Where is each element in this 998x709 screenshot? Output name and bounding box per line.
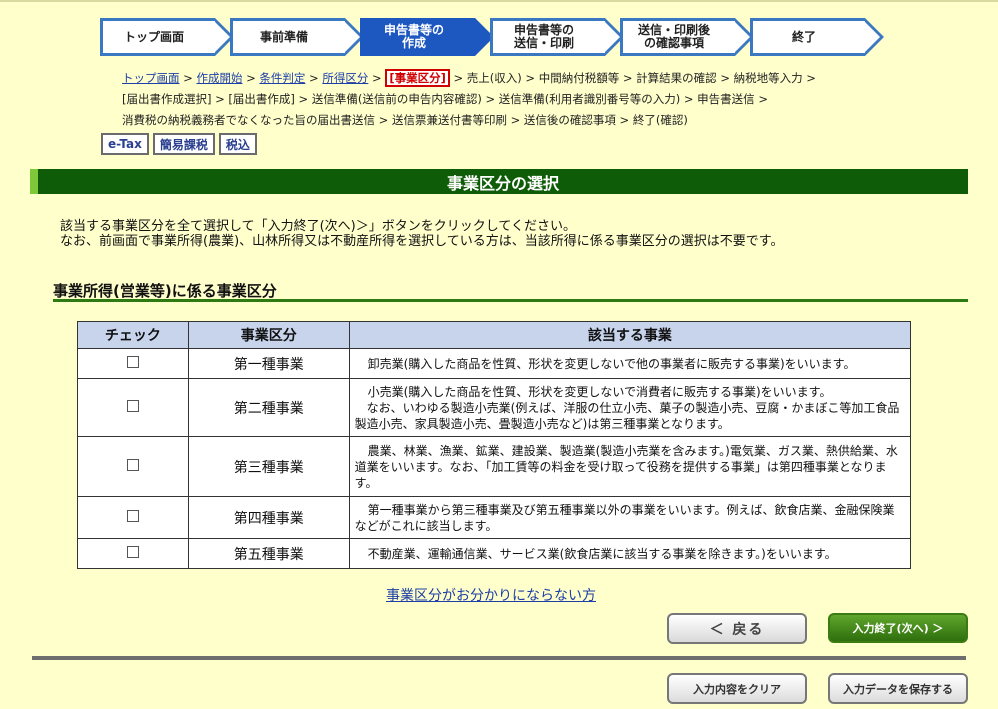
crumb-start[interactable]: 作成開始 <box>196 71 242 85</box>
clear-button[interactable]: 入力内容をクリア <box>667 673 807 704</box>
crumb-interim: 中間納付税額等 <box>538 71 620 85</box>
crumb-calc: 計算結果の確認 <box>636 71 717 85</box>
category-label: 第五種事業 <box>187 538 350 569</box>
step-send-print: 申告書等の 送信・印刷 <box>490 18 624 56</box>
table-row: 第五種事業 不動産業、運輸通信業、サービス業(飲食店業に該当する事業を除きます。… <box>77 538 912 569</box>
checkbox-type2[interactable] <box>126 400 139 412</box>
checkbox-type1[interactable] <box>126 356 139 368</box>
checkbox-type3[interactable] <box>126 459 139 471</box>
crumb-current: [事業区分] <box>385 69 450 87</box>
business-category-table: チェック 事業区分 該当する事業 第一種事業 卸売業(購入した商品を性質、形状を… <box>77 321 912 569</box>
header-category: 事業区分 <box>187 321 350 349</box>
category-description: 小売業(購入した商品を性質、形状を変更しないで消費者に販売する事業)をいいます。… <box>348 378 912 437</box>
save-data-button[interactable]: 入力データを保存する <box>828 673 968 704</box>
step-preparation: 事前準備 <box>230 18 364 56</box>
category-description: 卸売業(購入した商品を性質、形状を変更しないで他の事業者に販売する事業)をいいま… <box>348 348 912 379</box>
help-link[interactable]: 事業区分がお分かりにならない方 <box>386 585 596 605</box>
instruction-line1: 該当する事業区分を全て選択して「入力終了(次へ)＞」ボタンをクリックしてください… <box>60 219 576 234</box>
crumb-condition[interactable]: 条件判定 <box>259 71 305 85</box>
page-title: 事業区分の選択 <box>30 169 968 194</box>
section-title: 事業所得(営業等)に係る事業区分 <box>53 280 968 302</box>
category-label: 第四種事業 <box>187 496 350 539</box>
category-description: 農業、林業、漁業、鉱業、建設業、製造業(製造小売業を含みます。)電気業、ガス業、… <box>348 436 912 497</box>
checkbox-type5[interactable] <box>126 546 139 558</box>
crumb-income-type[interactable]: 所得区分 <box>322 71 368 85</box>
next-button[interactable]: 入力終了(次へ) ＞ <box>828 613 968 643</box>
category-description: 第一種事業から第三種事業及び第五種事業以外の事業をいいます。例えば、飲食店業、金… <box>348 496 912 539</box>
checkbox-type4[interactable] <box>126 510 139 522</box>
crumb-sales: 売上(収入) <box>466 71 522 85</box>
category-description: 不動産業、運輸通信業、サービス業(飲食店業に該当する事業を除きます。)をいいます… <box>348 538 912 569</box>
mode-simplified-tax: 簡易課税 <box>152 133 215 155</box>
top-border <box>0 0 998 2</box>
step-top: トップ画面 <box>100 18 234 56</box>
instructions: 該当する事業区分を全て選択して「入力終了(次へ)＞」ボタンをクリックしてください… <box>60 219 783 249</box>
crumb-line2: [届出書作成選択] > [届出書作成] > 送信準備(送信前の申告内容確認) >… <box>122 92 768 106</box>
table-row: 第四種事業 第一種事業から第三種事業及び第五種事業以外の事業をいいます。例えば、… <box>77 496 912 539</box>
step-finish: 終了 <box>750 18 884 56</box>
table-row: 第二種事業 小売業(購入した商品を性質、形状を変更しないで消費者に販売する事業)… <box>77 378 912 437</box>
category-label: 第三種事業 <box>187 436 350 497</box>
crumb-line3: 消費税の納税義務者でなくなった旨の届出書送信 > 送信票兼送付書等印刷 > 送信… <box>122 113 688 127</box>
instruction-line2: なお、前画面で事業所得(農業)、山林所得又は不動産所得を選択している方は、当該所… <box>60 234 784 249</box>
header-description: 該当する事業 <box>348 321 912 349</box>
mode-etax: e-Tax <box>101 133 149 155</box>
table-row: 第一種事業 卸売業(購入した商品を性質、形状を変更しないで他の事業者に販売する事… <box>77 348 912 379</box>
table-header: チェック 事業区分 該当する事業 <box>77 321 912 349</box>
back-button[interactable]: ＜ 戻る <box>667 613 807 644</box>
divider <box>32 656 966 660</box>
category-label: 第二種事業 <box>187 378 350 437</box>
step-post-check: 送信・印刷後 の確認事項 <box>620 18 754 56</box>
step-create-return: 申告書等の 作成 <box>360 18 494 56</box>
breadcrumb: トップ画面 > 作成開始 > 条件判定 > 所得区分 > [事業区分] > 売上… <box>122 68 842 131</box>
mode-tax-inclusive: 税込 <box>218 133 257 155</box>
mode-indicators: e-Tax 簡易課税 税込 <box>101 133 257 155</box>
table-row: 第三種事業 農業、林業、漁業、鉱業、建設業、製造業(製造小売業を含みます。)電気… <box>77 436 912 497</box>
crumb-top[interactable]: トップ画面 <box>122 71 180 85</box>
crumb-address: 納税地等入力 <box>733 71 803 85</box>
header-check: チェック <box>77 321 189 349</box>
category-label: 第一種事業 <box>187 348 350 379</box>
